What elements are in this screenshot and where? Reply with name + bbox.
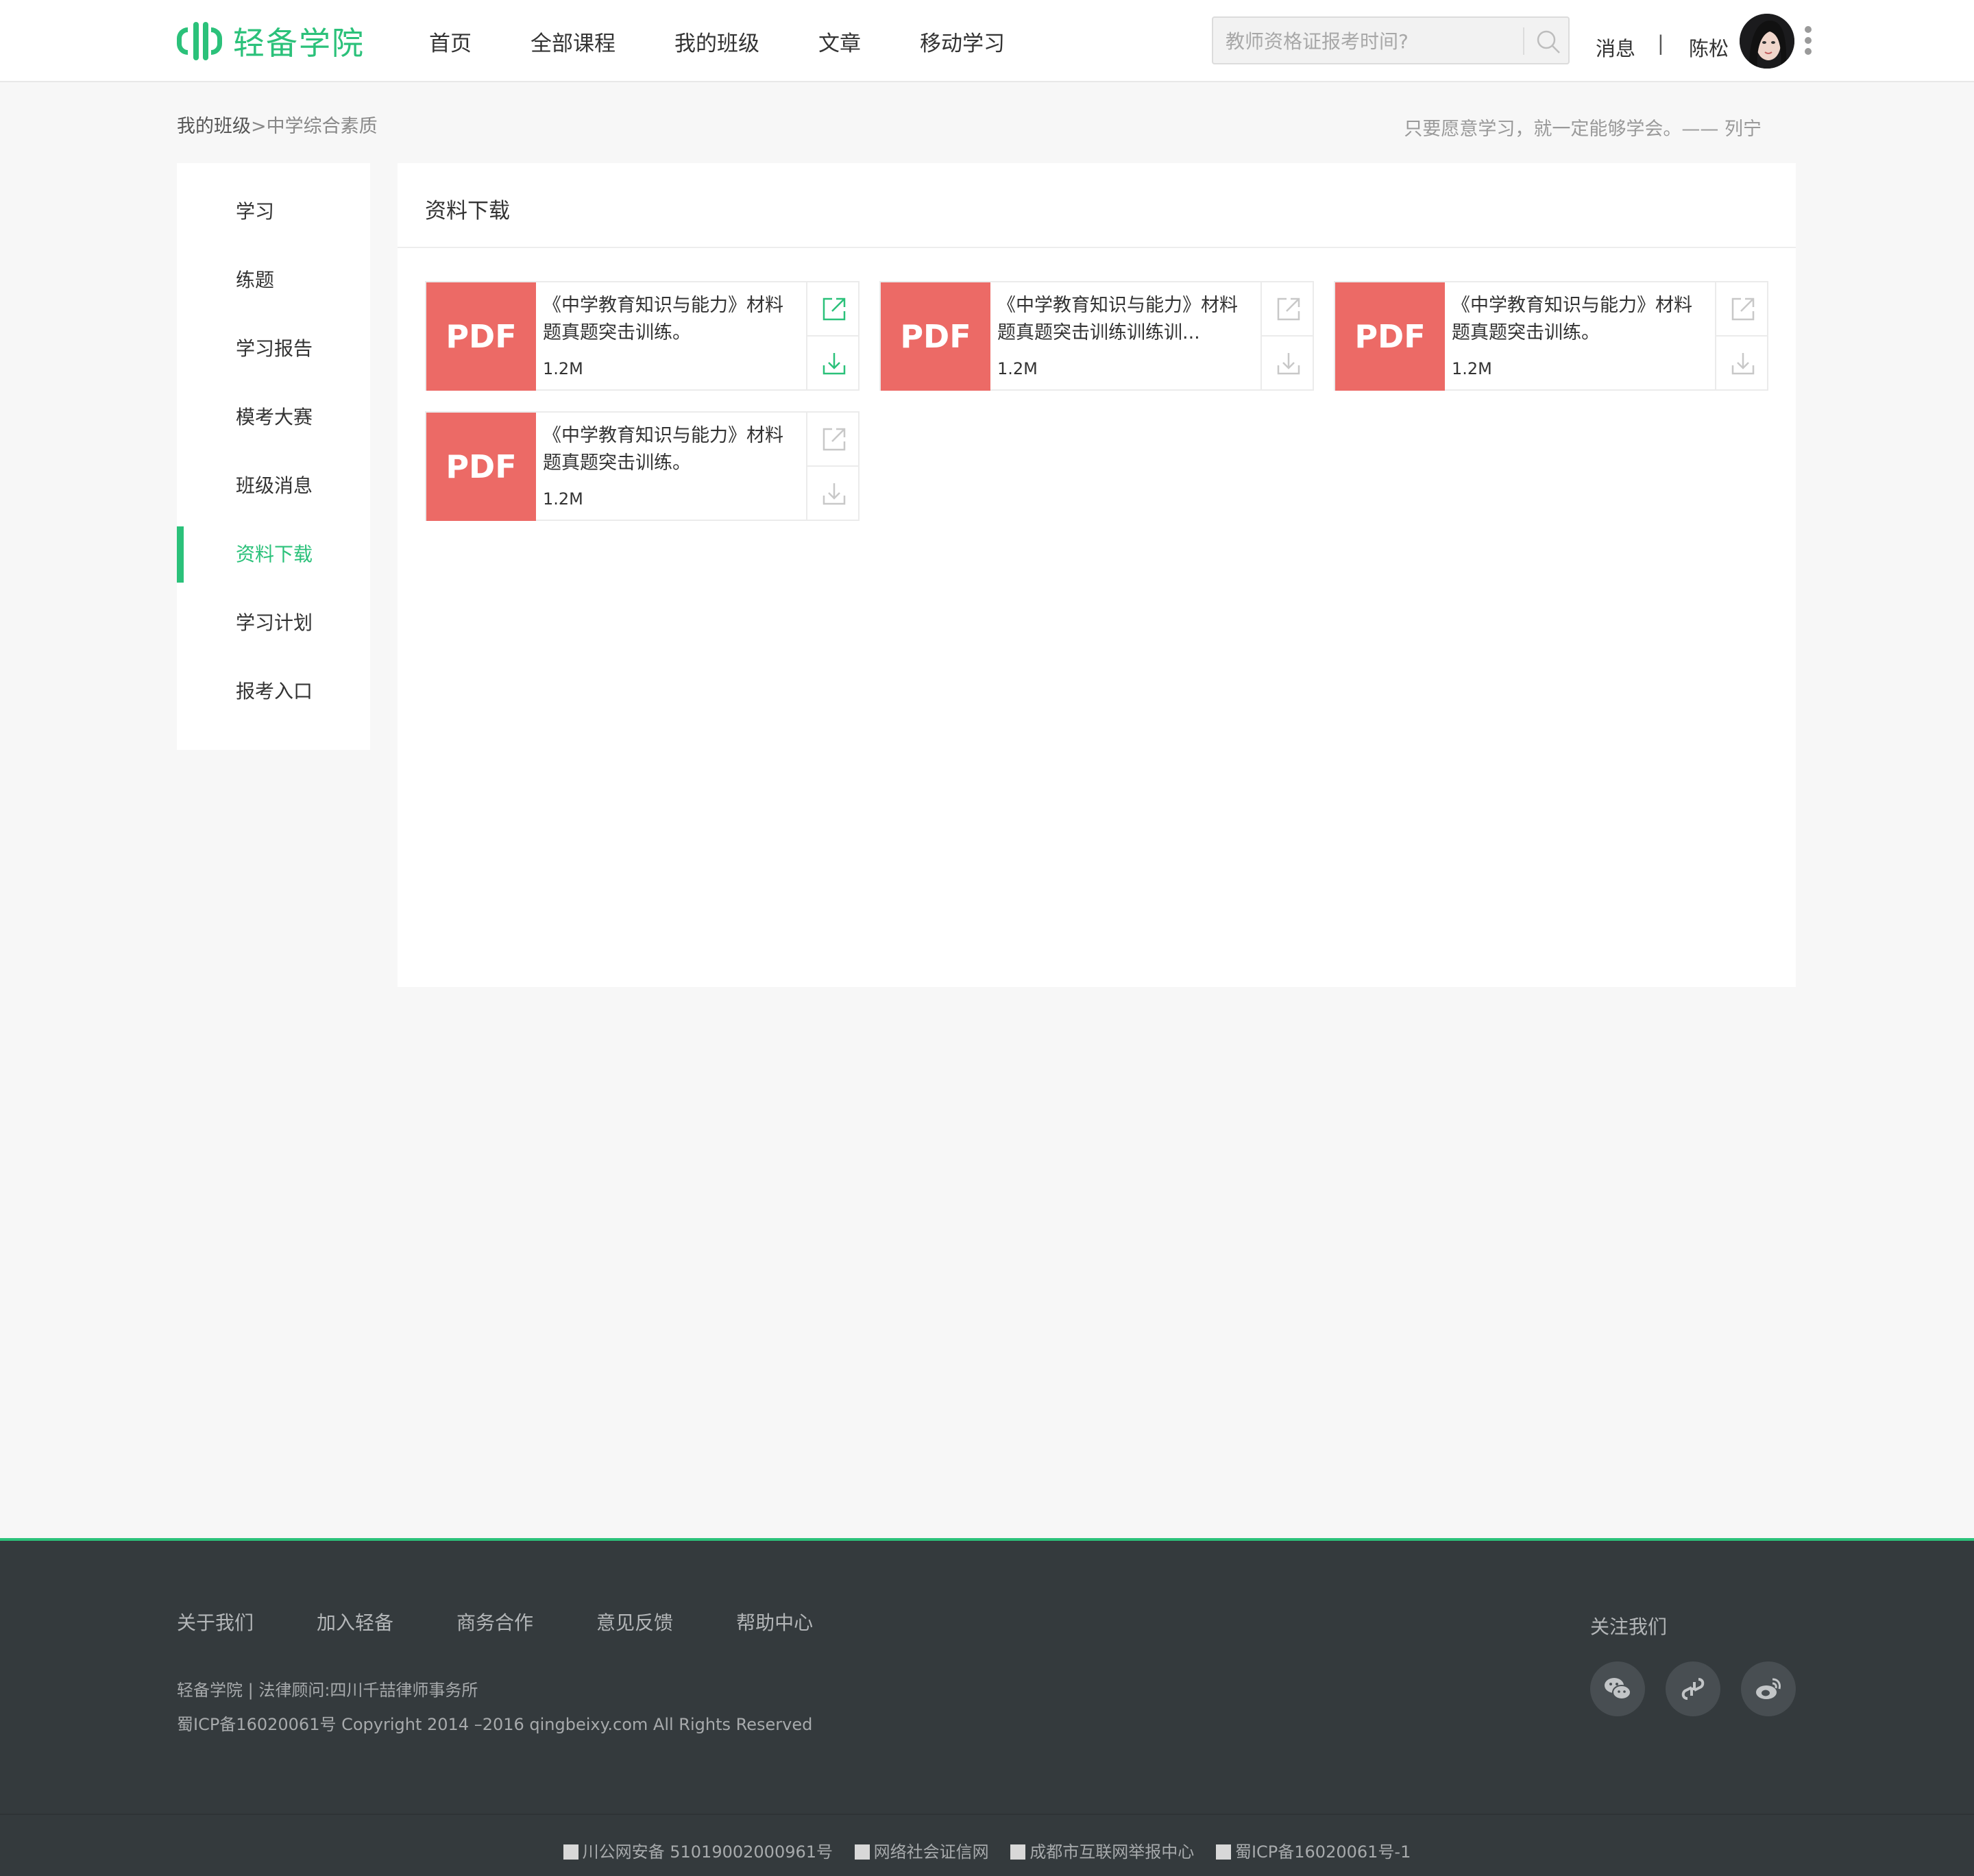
external-link-icon bbox=[1731, 297, 1755, 321]
downloads-panel: 资料下载 PDF 《中学教育知识与能力》材料题真题突击训练。 1.2M PDF … bbox=[398, 163, 1796, 987]
nav-home[interactable]: 首页 bbox=[429, 26, 472, 57]
sidebar-item-report[interactable]: 学习报告 bbox=[177, 321, 370, 377]
messages-link[interactable]: 消息 bbox=[1596, 33, 1635, 62]
badge-icon bbox=[1010, 1844, 1026, 1860]
search-icon[interactable] bbox=[1535, 29, 1561, 55]
footer-link-join[interactable]: 加入轻备 bbox=[317, 1608, 393, 1635]
file-card[interactable]: PDF 《中学教育知识与能力》材料题真题突击训练。 1.2M bbox=[1334, 281, 1768, 391]
external-link-icon bbox=[822, 428, 846, 451]
badge-icon bbox=[1215, 1844, 1231, 1860]
file-card[interactable]: PDF 《中学教育知识与能力》材料题真题突击训练。 1.2M bbox=[425, 281, 860, 391]
sidebar-item-mock-exam[interactable]: 模考大赛 bbox=[177, 389, 370, 446]
file-card[interactable]: PDF 《中学教育知识与能力》材料题真题突击训练。 1.2M bbox=[425, 411, 860, 521]
file-name: 《中学教育知识与能力》材料题真题突击训练。 bbox=[1452, 295, 1692, 343]
site-footer: 关于我们 加入轻备 商务合作 意见反馈 帮助中心 轻备学院 | 法律顾问:四川千… bbox=[0, 1538, 1974, 1876]
wechat-button[interactable] bbox=[1590, 1661, 1645, 1716]
user-name[interactable]: 陈松 bbox=[1689, 33, 1729, 62]
main-nav: 首页 全部课程 我的班级 文章 移动学习 bbox=[429, 0, 1064, 82]
brand-name: 轻备学院 bbox=[233, 25, 365, 62]
pdf-icon: PDF bbox=[426, 282, 536, 391]
nav-my-class[interactable]: 我的班级 bbox=[674, 26, 759, 57]
search-box bbox=[1212, 16, 1570, 64]
nav-all-courses[interactable]: 全部课程 bbox=[531, 26, 616, 57]
sidebar-item-class-messages[interactable]: 班级消息 bbox=[177, 458, 370, 514]
external-link-icon bbox=[822, 297, 846, 321]
file-card[interactable]: PDF 《中学教育知识与能力》材料题真题突击训练训练训... 1.2M bbox=[879, 281, 1314, 391]
download-button[interactable] bbox=[1260, 337, 1314, 391]
sidebar-item-downloads[interactable]: 资料下载 bbox=[177, 526, 370, 583]
sidebar-item-registration[interactable]: 报考入口 bbox=[177, 663, 370, 720]
brand-logo[interactable]: 轻备学院 bbox=[177, 19, 365, 63]
download-icon bbox=[1731, 353, 1755, 375]
breadcrumb-separator: > bbox=[251, 116, 267, 137]
breadcrumb: 我的班级>中学综合素质 bbox=[177, 111, 378, 138]
download-button[interactable] bbox=[1715, 337, 1768, 391]
sidebar-item-study[interactable]: 学习 bbox=[177, 184, 370, 240]
file-size: 1.2M bbox=[543, 489, 583, 509]
breadcrumb-current: 中学综合素质 bbox=[266, 116, 378, 137]
cert-icp[interactable]: 蜀ICP备16020061号-1 bbox=[1215, 1842, 1411, 1862]
footer-link-feedback[interactable]: 意见反馈 bbox=[596, 1608, 673, 1635]
footer-link-business[interactable]: 商务合作 bbox=[456, 1608, 533, 1635]
open-file-button[interactable] bbox=[806, 413, 860, 467]
file-name: 《中学教育知识与能力》材料题真题突击训练训练训... bbox=[997, 295, 1238, 343]
footer-link-about[interactable]: 关于我们 bbox=[177, 1608, 254, 1635]
avatar[interactable] bbox=[1740, 14, 1794, 69]
download-icon bbox=[822, 483, 846, 505]
cert-police[interactable]: 川公网安备 51019002000961号 bbox=[563, 1842, 833, 1862]
sidebar-item-study-plan[interactable]: 学习计划 bbox=[177, 595, 370, 651]
pdf-icon: PDF bbox=[1335, 282, 1445, 391]
file-size: 1.2M bbox=[543, 359, 583, 378]
file-name: 《中学教育知识与能力》材料题真题突击训练。 bbox=[543, 295, 783, 343]
download-button[interactable] bbox=[806, 337, 860, 391]
file-size: 1.2M bbox=[997, 359, 1038, 378]
header-separator: | bbox=[1657, 32, 1664, 55]
footer-link-help[interactable]: 帮助中心 bbox=[736, 1608, 813, 1635]
search-input[interactable] bbox=[1226, 27, 1500, 55]
footer-copyright: 蜀ICP备16020061号 Copyright 2014 –2016 qing… bbox=[177, 1715, 813, 1734]
motto-quote: 只要愿意学习，就一定能够学会。—— 列宁 bbox=[1404, 119, 1762, 140]
footer-links: 关于我们 加入轻备 商务合作 意见反馈 帮助中心 bbox=[177, 1608, 876, 1635]
breadcrumb-parent[interactable]: 我的班级 bbox=[177, 116, 251, 137]
download-button[interactable] bbox=[806, 467, 860, 521]
open-file-button[interactable] bbox=[1715, 282, 1768, 337]
download-icon bbox=[822, 353, 846, 375]
download-icon bbox=[1277, 353, 1300, 375]
search-divider bbox=[1523, 27, 1524, 55]
nav-mobile-learning[interactable]: 移动学习 bbox=[920, 26, 1005, 57]
file-name: 《中学教育知识与能力》材料题真题突击训练。 bbox=[543, 425, 783, 474]
weibo-button[interactable] bbox=[1741, 1661, 1796, 1716]
sidebar-item-practice[interactable]: 练题 bbox=[177, 252, 370, 308]
external-link-icon bbox=[1277, 297, 1300, 321]
title-divider bbox=[398, 247, 1796, 248]
file-size: 1.2M bbox=[1452, 359, 1492, 378]
logo-icon bbox=[177, 19, 228, 63]
link-icon bbox=[1681, 1678, 1705, 1700]
open-file-button[interactable] bbox=[1260, 282, 1314, 337]
pdf-icon: PDF bbox=[881, 282, 990, 391]
class-sidebar: 学习 练题 学习报告 模考大赛 班级消息 资料下载 学习计划 报考入口 bbox=[177, 163, 370, 750]
badge-icon bbox=[563, 1844, 578, 1860]
page-title: 资料下载 bbox=[425, 199, 510, 223]
footer-legal: 轻备学院 | 法律顾问:四川千喆律师事务所 bbox=[177, 1681, 478, 1700]
cert-network-society[interactable]: 网络社会证信网 bbox=[854, 1842, 989, 1862]
weibo-icon bbox=[1756, 1678, 1781, 1699]
cert-report-center[interactable]: 成都市互联网举报中心 bbox=[1010, 1842, 1194, 1862]
footer-certifications: 川公网安备 51019002000961号 网络社会证信网 成都市互联网举报中心… bbox=[0, 1838, 1974, 1862]
footer-divider bbox=[0, 1814, 1974, 1815]
more-menu-icon[interactable] bbox=[1803, 26, 1814, 59]
nav-articles[interactable]: 文章 bbox=[818, 26, 861, 57]
open-file-button[interactable] bbox=[806, 282, 860, 337]
link-button[interactable] bbox=[1666, 1661, 1720, 1716]
top-header: 轻备学院 首页 全部课程 我的班级 文章 移动学习 消息 | 陈松 bbox=[0, 0, 1974, 82]
badge-icon bbox=[854, 1844, 870, 1860]
wechat-icon bbox=[1605, 1678, 1631, 1700]
pdf-icon: PDF bbox=[426, 413, 536, 521]
follow-us-label: 关注我们 bbox=[1590, 1616, 1668, 1638]
